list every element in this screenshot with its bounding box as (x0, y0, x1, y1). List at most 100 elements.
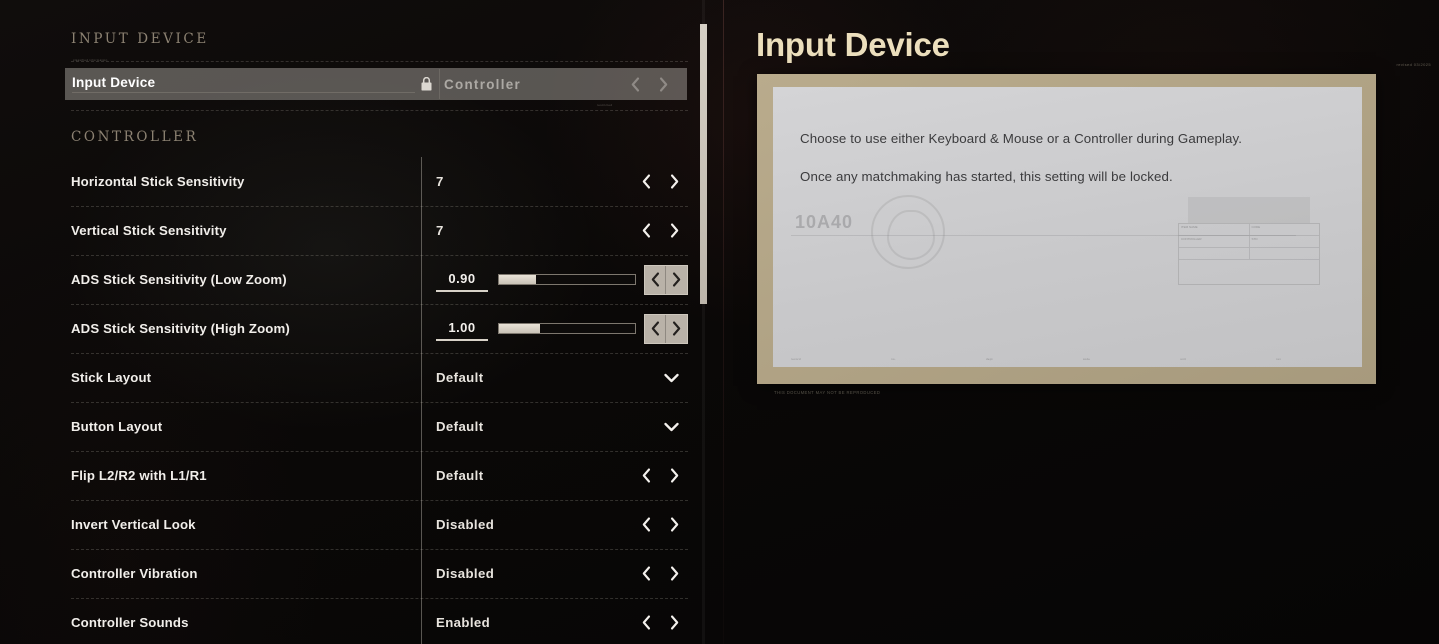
slider-track[interactable] (498, 274, 636, 285)
chevron-right-icon[interactable] (660, 216, 688, 246)
setting-row-value: Default (436, 370, 484, 385)
table-row: ITEM NAME CODE (1179, 224, 1319, 236)
document-footer-cell: dept (985, 357, 993, 361)
table-cell (1250, 248, 1320, 259)
table-cell: STD (1251, 237, 1258, 241)
chevron-right-icon[interactable] (649, 76, 677, 92)
chevron-left-icon[interactable] (645, 265, 666, 294)
row-divider (71, 110, 688, 111)
setting-row[interactable]: Controller Vibration Disabled (0, 549, 710, 598)
slider-track[interactable] (498, 323, 636, 334)
setting-row-label: Flip L2/R2 with L1/R1 (71, 468, 207, 483)
chevron-right-icon[interactable] (666, 315, 687, 343)
table-cell: ITEM NAME (1179, 224, 1250, 235)
row-separator (439, 69, 440, 99)
value-stepper[interactable] (632, 510, 688, 540)
chevron-right-icon[interactable] (660, 608, 688, 638)
chevron-right-icon[interactable] (666, 266, 687, 294)
setting-value-area: Disabled (421, 500, 688, 549)
setting-row[interactable]: Horizontal Stick Sensitivity 7 (0, 157, 710, 206)
slider-control[interactable]: 0.90 (436, 268, 636, 292)
setting-value-area: 7 (421, 157, 688, 206)
scrollbar-thumb[interactable] (700, 24, 707, 304)
setting-row[interactable]: Button Layout Default (0, 402, 710, 451)
slider-value: 0.90 (436, 268, 488, 292)
table-cell (1179, 248, 1250, 259)
setting-row-value: Default (436, 468, 484, 483)
setting-value-area: Disabled (421, 549, 688, 598)
setting-row[interactable]: Controller Sounds Enabled (0, 598, 710, 644)
value-stepper[interactable] (621, 76, 687, 92)
settings-screen: INPUT DEVICE classified information Inpu… (0, 0, 1439, 644)
chevron-left-icon[interactable] (632, 461, 660, 491)
setting-row[interactable]: Invert Vertical Look Disabled (0, 500, 710, 549)
chevron-down-icon[interactable] (654, 412, 688, 442)
setting-value-area: Enabled (421, 598, 688, 644)
chevron-left-icon[interactable] (632, 216, 660, 246)
setting-row-label: ADS Stick Sensitivity (High Zoom) (71, 321, 290, 336)
setting-row-value: Default (436, 419, 484, 434)
setting-row-value: Disabled (436, 566, 495, 581)
document-below-note: THIS DOCUMENT MAY NOT BE REPRODUCED (774, 390, 881, 395)
setting-row-value: Controller (444, 76, 521, 92)
setting-row-value: Disabled (436, 517, 495, 532)
setting-row[interactable]: Stick Layout Default (0, 353, 710, 402)
setting-value-area: 7 (421, 206, 688, 255)
panel-divider (723, 0, 724, 644)
chevron-left-icon[interactable] (632, 167, 660, 197)
setting-row-label: Stick Layout (71, 370, 152, 385)
page-title: Input Device (756, 26, 950, 63)
setting-value-area: 0.90 (421, 255, 688, 304)
setting-row-label: Controller Sounds (71, 615, 189, 630)
value-stepper[interactable] (632, 461, 688, 491)
setting-row-label: Vertical Stick Sensitivity (71, 223, 227, 238)
document-footer-cell: no. (890, 357, 896, 361)
value-stepper[interactable] (644, 313, 688, 344)
slider-fill (499, 275, 536, 284)
setting-row-label: Button Layout (71, 419, 163, 434)
document-table: ITEM NAME CODE CONTROLLER STD (1178, 223, 1320, 285)
setting-row-label: Controller Vibration (71, 566, 198, 581)
value-stepper[interactable] (632, 216, 688, 246)
document-top-note: revised 03/2025 (1396, 62, 1431, 67)
setting-row[interactable]: ADS Stick Sensitivity (High Zoom) 1.00 (0, 304, 710, 353)
value-stepper[interactable] (632, 559, 688, 589)
table-cell: CONTROLLER (1179, 236, 1250, 247)
document-footer-cell: unit (1180, 357, 1187, 361)
document-watermark: 10A40 (795, 212, 854, 232)
setting-row[interactable]: Flip L2/R2 with L1/R1 Default (0, 451, 710, 500)
description-line-1: Choose to use either Keyboard & Mouse or… (800, 131, 1243, 146)
document-paper: Choose to use either Keyboard & Mouse or… (773, 87, 1362, 367)
chevron-left-icon[interactable] (632, 559, 660, 589)
official-seal-icon (871, 195, 945, 269)
value-stepper[interactable] (644, 264, 688, 295)
slider-value: 1.00 (436, 317, 488, 341)
setting-row-value: 7 (436, 174, 444, 189)
chevron-right-icon[interactable] (660, 510, 688, 540)
setting-row-input-device[interactable]: Input Device Controller (65, 68, 687, 100)
chevron-right-icon[interactable] (660, 167, 688, 197)
chevron-left-icon[interactable] (645, 314, 666, 343)
info-panel: Input Device revised 03/2025 Choose to u… (756, 0, 1439, 644)
lock-icon (415, 77, 437, 91)
slider-control[interactable]: 1.00 (436, 317, 636, 341)
chevron-left-icon[interactable] (621, 76, 649, 92)
chevron-right-icon[interactable] (660, 559, 688, 589)
chevron-left-icon[interactable] (632, 608, 660, 638)
setting-value-area: 1.00 (421, 304, 688, 353)
setting-value-area: Default (421, 451, 688, 500)
slider-fill (499, 324, 540, 333)
setting-row[interactable]: ADS Stick Sensitivity (Low Zoom) 0.90 (0, 255, 710, 304)
setting-value-area: Default (421, 402, 688, 451)
row-divider (71, 61, 688, 62)
table-cell: CODE (1251, 225, 1261, 229)
chevron-down-icon[interactable] (654, 363, 688, 393)
chevron-right-icon[interactable] (660, 461, 688, 491)
section-header-controller: CONTROLLER (71, 129, 199, 145)
chevron-left-icon[interactable] (632, 510, 660, 540)
setting-row[interactable]: Vertical Stick Sensitivity 7 (0, 206, 710, 255)
value-stepper[interactable] (632, 608, 688, 638)
setting-row-label: Input Device (72, 75, 415, 93)
value-stepper[interactable] (632, 167, 688, 197)
setting-row-label: Horizontal Stick Sensitivity (71, 174, 245, 189)
